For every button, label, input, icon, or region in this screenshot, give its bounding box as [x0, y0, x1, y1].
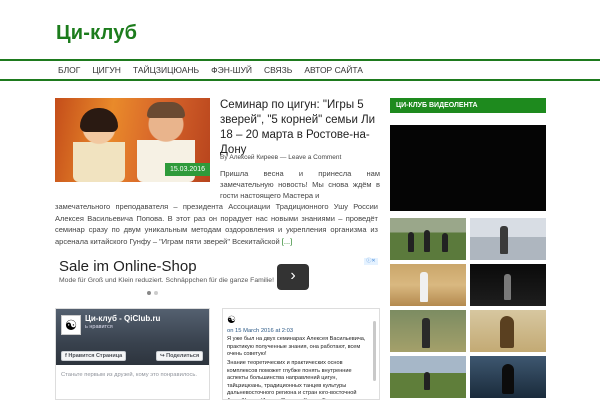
figure-silhouette — [500, 316, 514, 348]
post-excerpt: замечательного преподавателя – президент… — [55, 201, 378, 247]
video-thumbnail[interactable] — [470, 218, 546, 260]
facebook-like-page-button[interactable]: f Нравится Страница — [61, 351, 127, 361]
video-thumbnail[interactable] — [390, 264, 466, 306]
video-thumbnail[interactable] — [470, 356, 546, 398]
nav-item-contact[interactable]: СВЯЗЬ — [258, 61, 298, 79]
post-title[interactable]: Семинар по цигун: "Игры 5 зверей", "5 ко… — [220, 98, 380, 158]
vk-post-date[interactable]: on 15 March 2016 at 2:03 — [227, 328, 293, 334]
video-thumbnail[interactable] — [470, 264, 546, 306]
post-meta: By Алексей Киреев — Leave a Comment — [220, 154, 390, 161]
post-excerpt-text: замечательного преподавателя – президент… — [55, 202, 378, 246]
post-author-link[interactable]: Алексей Киреев — [229, 154, 278, 161]
video-thumbnail[interactable] — [390, 356, 466, 398]
ad-description: Mode für Groß und Klein reduziert. Schnä… — [59, 277, 274, 284]
figure-silhouette — [504, 274, 511, 300]
video-thumbnail[interactable] — [390, 310, 466, 352]
ad-title[interactable]: Sale im Online-Shop — [59, 258, 197, 275]
ad-dot-active[interactable] — [147, 291, 151, 295]
post-meta-separator: — — [279, 154, 287, 161]
post-meta-by: By — [220, 154, 228, 161]
facebook-friends-text: Станьте первым из друзей, кому это понра… — [61, 372, 198, 378]
figure-silhouette — [420, 272, 428, 302]
nav-menu: БЛОГ ЦИГУН ТАЙЦЗИЦЮАНЬ ФЭН-ШУЙ СВЯЗЬ АВТ… — [52, 61, 369, 79]
vk-post-paragraph: Знание теоретических и практических осно… — [227, 360, 357, 399]
yin-yang-icon[interactable]: ☯ — [61, 315, 81, 335]
site-title[interactable]: Ци-клуб — [56, 22, 137, 45]
facebook-share-button[interactable]: ↪ Поделиться — [156, 351, 204, 361]
figure-silhouette — [500, 226, 508, 254]
advertisement[interactable]: Sale im Online-Shop Mode für Groß und Kl… — [55, 258, 380, 302]
main-video-player[interactable] — [390, 125, 546, 211]
figure-silhouette — [502, 364, 514, 394]
post-date-badge: 15.03.2016 — [164, 163, 210, 176]
nav-item-blog[interactable]: БЛОГ — [52, 61, 86, 79]
nav-item-feng-shui[interactable]: ФЭН-ШУЙ — [205, 61, 258, 79]
read-more-link[interactable]: [...] — [282, 237, 292, 246]
ad-dot[interactable] — [154, 291, 158, 295]
ad-arrow-button[interactable]: › — [277, 264, 309, 290]
figure-silhouette — [424, 230, 430, 252]
facebook-share-label: Поделиться — [166, 353, 200, 359]
video-thumbnail[interactable] — [470, 310, 546, 352]
video-thumbnail[interactable] — [390, 218, 466, 260]
vk-comments-widget: ☯ on 15 March 2016 at 2:03 Я уже был на … — [222, 308, 380, 400]
ad-pagination-dots — [147, 291, 158, 295]
site-header: Ци-клуб — [0, 0, 600, 58]
figure-silhouette — [442, 233, 448, 252]
facebook-like-label: Нравится Страница — [68, 353, 123, 359]
vk-post-paragraph: Я уже был на двух семинарах Алексея Васи… — [227, 336, 366, 357]
facebook-widget: ☯ Ци-клуб - QiClub.ru ь нравится f Нрави… — [55, 308, 210, 400]
facebook-like-count: ь нравится — [85, 324, 113, 330]
yin-yang-symbol-icon: ☯ — [227, 315, 236, 326]
facebook-page-name[interactable]: Ци-клуб - QiClub.ru — [85, 314, 160, 323]
thumbnail-hair-right — [147, 102, 185, 118]
figure-silhouette — [408, 232, 414, 252]
post-excerpt-start: Пришла весна и принесла нам замечательну… — [220, 169, 380, 200]
nav-item-author[interactable]: АВТОР САЙТА — [298, 61, 369, 79]
post-thumbnail[interactable]: 15.03.2016 — [55, 98, 210, 182]
ad-info-icon[interactable]: ⓘ✕ — [364, 258, 378, 265]
thumbnail-hair-left — [80, 108, 118, 132]
figure-silhouette — [424, 372, 430, 390]
nav-item-taijiquan[interactable]: ТАЙЦЗИЦЮАНЬ — [127, 61, 205, 79]
leave-comment-link[interactable]: Leave a Comment — [288, 154, 341, 161]
figure-silhouette — [422, 318, 430, 348]
facebook-cover-image[interactable]: ☯ Ци-клуб - QiClub.ru ь нравится f Нрави… — [56, 309, 209, 365]
video-widget-title: ЦИ-КЛУБ ВИДЕОЛЕНТА — [390, 98, 546, 113]
main-navigation: БЛОГ ЦИГУН ТАЙЦЗИЦЮАНЬ ФЭН-ШУЙ СВЯЗЬ АВТ… — [0, 59, 600, 81]
nav-item-qigong[interactable]: ЦИГУН — [86, 61, 127, 79]
vk-scrollbar[interactable] — [373, 321, 376, 381]
